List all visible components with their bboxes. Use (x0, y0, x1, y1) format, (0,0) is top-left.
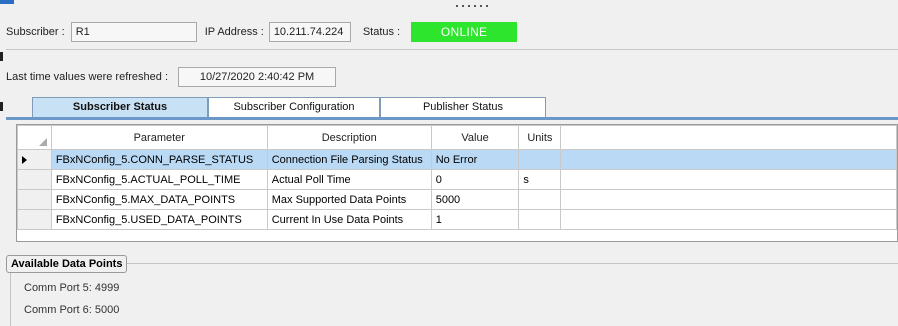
cell-description[interactable]: Current In Use Data Points (266, 209, 432, 230)
grid-header-row: Parameter Description Value Units (17, 125, 897, 150)
cell-filler[interactable] (560, 149, 897, 170)
column-header-units[interactable]: Units (518, 125, 562, 150)
subscriber-info-row: Subscriber : R1 IP Address : 10.211.74.2… (6, 21, 518, 43)
table-row[interactable]: FBxNConfig_5.USED_DATA_POINTS Current In… (17, 209, 897, 230)
row-header[interactable] (17, 169, 52, 190)
cell-units[interactable] (518, 149, 562, 170)
cell-value[interactable]: 5000 (430, 189, 520, 210)
divider (6, 49, 898, 50)
comm-port-6-value: Comm Port 6: 5000 (24, 304, 120, 316)
tab-subscriber-configuration[interactable]: Subscriber Configuration (208, 97, 380, 118)
cell-filler[interactable] (560, 169, 897, 190)
column-header-parameter[interactable]: Parameter (50, 125, 268, 150)
table-row[interactable]: FBxNConfig_5.ACTUAL_POLL_TIME Actual Pol… (17, 169, 897, 190)
status-badge: ONLINE (411, 22, 518, 42)
comm-port-5-value: Comm Port 5: 4999 (24, 282, 120, 294)
table-row[interactable]: FBxNConfig_5.MAX_DATA_POINTS Max Support… (17, 189, 897, 210)
cell-units[interactable]: s (518, 169, 562, 190)
cell-filler[interactable] (560, 209, 897, 230)
cell-parameter[interactable]: FBxNConfig_5.MAX_DATA_POINTS (50, 189, 268, 210)
cell-units[interactable] (518, 189, 562, 210)
tab-underline (6, 117, 898, 120)
edge-marker (0, 102, 3, 111)
cell-parameter[interactable]: FBxNConfig_5.CONN_PARSE_STATUS (50, 149, 268, 170)
row-header[interactable] (17, 209, 52, 230)
window-accent (0, 0, 14, 4)
cell-description[interactable]: Max Supported Data Points (266, 189, 432, 210)
edge-marker (0, 52, 3, 61)
column-header-filler (560, 125, 897, 150)
cell-filler[interactable] (560, 189, 897, 210)
splitter-grip[interactable] (454, 2, 494, 10)
top-strip (0, 0, 898, 12)
current-row-icon (22, 156, 27, 164)
row-header[interactable] (17, 149, 52, 170)
column-header-description[interactable]: Description (266, 125, 432, 150)
available-data-points-group (10, 263, 898, 326)
refresh-row: Last time values were refreshed : 10/27/… (6, 66, 337, 88)
refresh-time-field: 10/27/2020 2:40:42 PM (178, 67, 337, 87)
cell-parameter[interactable]: FBxNConfig_5.USED_DATA_POINTS (50, 209, 268, 230)
grid-corner[interactable] (17, 125, 52, 150)
tab-subscriber-status[interactable]: Subscriber Status (32, 97, 208, 119)
subscriber-status-grid: Parameter Description Value Units FBxNCo… (16, 124, 898, 242)
tab-strip: Subscriber Status Subscriber Configurati… (10, 97, 898, 119)
cell-value[interactable]: 0 (430, 169, 520, 190)
tab-publisher-status[interactable]: Publisher Status (380, 97, 546, 118)
subscriber-field: R1 (70, 22, 197, 42)
table-row[interactable]: FBxNConfig_5.CONN_PARSE_STATUS Connectio… (17, 149, 897, 170)
ip-address-label: IP Address : (204, 26, 264, 38)
cell-description[interactable]: Connection File Parsing Status (266, 149, 432, 170)
ip-address-field: 10.211.74.224 (268, 22, 351, 42)
status-label: Status : (362, 26, 401, 38)
row-header[interactable] (17, 189, 52, 210)
subscriber-label: Subscriber : (6, 26, 65, 38)
cell-value[interactable]: 1 (430, 209, 520, 230)
cell-parameter[interactable]: FBxNConfig_5.ACTUAL_POLL_TIME (50, 169, 268, 190)
cell-description[interactable]: Actual Poll Time (266, 169, 432, 190)
cell-units[interactable] (518, 209, 562, 230)
available-data-points-title: Available Data Points (6, 255, 128, 273)
column-header-value[interactable]: Value (430, 125, 520, 150)
refresh-label: Last time values were refreshed : (6, 71, 169, 83)
cell-value[interactable]: No Error (430, 149, 520, 170)
